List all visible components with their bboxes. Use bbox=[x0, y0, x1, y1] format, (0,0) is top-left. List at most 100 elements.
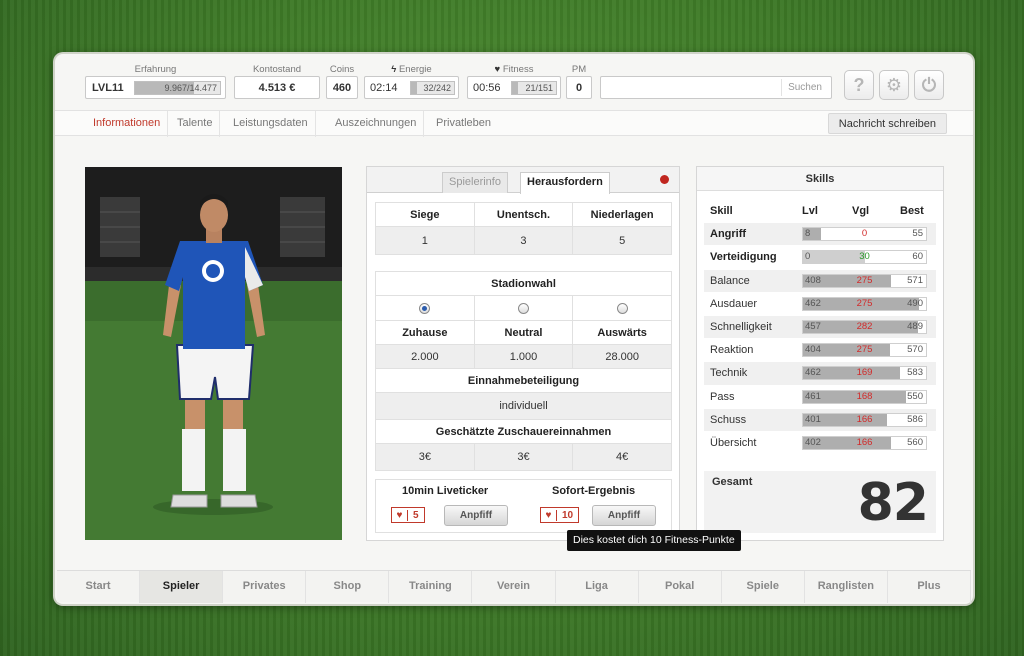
total-value: 82 bbox=[857, 473, 929, 533]
energy-label: Energie bbox=[398, 64, 432, 75]
search-button[interactable]: Suchen bbox=[781, 79, 828, 96]
power-icon[interactable]: ⏻ bbox=[914, 70, 944, 100]
skill-bar: 461 168 550 bbox=[802, 389, 927, 404]
skill-row: Verteidigung 0 30 60 bbox=[704, 246, 936, 270]
stadium-title: Stadionwahl bbox=[375, 271, 672, 296]
status-bar: Erfahrung LVL11 9.967/14.477 Kontostand … bbox=[55, 54, 973, 106]
stadium-home-radio[interactable] bbox=[419, 302, 431, 314]
tab-privatleben[interactable]: Privatleben bbox=[429, 111, 498, 137]
nav-plus[interactable]: Plus bbox=[888, 571, 971, 603]
nav-pokal[interactable]: Pokal bbox=[639, 571, 722, 603]
nav-liga[interactable]: Liga bbox=[556, 571, 639, 603]
capacity-away: 28.000 bbox=[572, 344, 672, 369]
capacity-home: 2.000 bbox=[375, 344, 475, 369]
estimated-revenue-title: Geschätzte Zuschauereinnahmen bbox=[375, 419, 672, 444]
nav-privates[interactable]: Privates bbox=[223, 571, 307, 603]
heart-icon: ♥ bbox=[541, 509, 557, 521]
skill-bar: 457 282 489 bbox=[802, 319, 927, 334]
instant-result-kickoff-button[interactable]: Anpfiff bbox=[592, 505, 656, 526]
experience-label: Erfahrung bbox=[134, 64, 177, 75]
skills-panel: Skills Skill Lvl Vgl Best Angriff 8 0 55 Ver… bbox=[696, 166, 944, 541]
liveticker-cost: ♥ 5 bbox=[391, 507, 425, 523]
skill-best-value: 489 bbox=[907, 320, 923, 332]
nav-spiele[interactable]: Spiele bbox=[722, 571, 805, 603]
skill-name: Pass bbox=[710, 390, 735, 403]
fitness-bar: 21/151 bbox=[511, 80, 557, 95]
tab-spielerinfo[interactable]: Spielerinfo bbox=[442, 172, 508, 193]
skill-bar: 401 166 586 bbox=[802, 412, 927, 427]
nav-spieler[interactable]: Spieler bbox=[140, 571, 224, 603]
estimated-neutral: 3€ bbox=[473, 443, 574, 471]
liveticker-kickoff-button[interactable]: Anpfiff bbox=[444, 505, 508, 526]
nav-training[interactable]: Training bbox=[389, 571, 473, 603]
skill-row: Angriff 8 0 55 bbox=[704, 223, 936, 247]
skill-row: Reaktion 404 275 570 bbox=[704, 339, 936, 363]
level-column-header: Lvl bbox=[802, 205, 818, 217]
skill-name: Angriff bbox=[710, 228, 747, 241]
lightning-icon: ϟ bbox=[391, 64, 397, 75]
nav-ranglisten[interactable]: Ranglisten bbox=[805, 571, 888, 603]
gear-icon[interactable]: ⚙ bbox=[879, 70, 909, 100]
skill-best-value: 60 bbox=[912, 251, 923, 263]
stadium-home-label: Zuhause bbox=[375, 320, 475, 345]
skill-column-header: Skill bbox=[710, 205, 733, 217]
coins-label: Coins bbox=[329, 64, 355, 75]
energy-timer: 02:14 bbox=[370, 81, 398, 94]
revenue-share-value[interactable]: individuell bbox=[375, 392, 672, 420]
nav-shop[interactable]: Shop bbox=[306, 571, 390, 603]
capacity-neutral: 1.000 bbox=[473, 344, 574, 369]
draws-header: Unentsch. bbox=[473, 202, 574, 227]
skill-bar: 408 275 571 bbox=[802, 273, 927, 288]
skill-best-value: 560 bbox=[907, 436, 923, 448]
fitness-label: Fitness bbox=[502, 64, 534, 75]
draws-value: 3 bbox=[473, 226, 574, 255]
skill-compare-value: 30 bbox=[859, 251, 870, 263]
liveticker-label: 10min Liveticker bbox=[402, 485, 489, 497]
skill-row: Pass 461 168 550 bbox=[704, 386, 936, 409]
tab-herausfordern[interactable]: Herausfordern bbox=[520, 172, 610, 194]
help-icon[interactable]: ? bbox=[844, 70, 874, 100]
fitness-cost-tooltip: Dies kostet dich 10 Fitness-Punkte bbox=[567, 530, 741, 551]
wins-value: 1 bbox=[375, 226, 475, 255]
estimated-away: 4€ bbox=[572, 443, 672, 471]
losses-header: Niederlagen bbox=[572, 202, 672, 227]
energy-value: 32/242 bbox=[423, 82, 451, 93]
profile-tabs: Informationen Talente Leistungsdaten Aus… bbox=[55, 110, 973, 137]
stadium-neutral-radio[interactable] bbox=[517, 302, 529, 314]
instant-result-cost: ♥ 10 bbox=[540, 507, 580, 523]
fitness-value: 21/151 bbox=[525, 82, 553, 93]
skill-best-value: 490 bbox=[907, 297, 923, 309]
stadium-neutral-label: Neutral bbox=[473, 320, 574, 345]
skill-name: Balance bbox=[710, 274, 750, 287]
skill-bar: 404 275 570 bbox=[802, 343, 927, 358]
main-navigation: Start Spieler Privates Shop Training Verein Li… bbox=[57, 570, 971, 603]
skill-name: Verteidigung bbox=[710, 251, 777, 264]
stadium-away-radio[interactable] bbox=[616, 302, 628, 314]
skill-row: Schnelligkeit 457 282 489 bbox=[704, 315, 936, 340]
experience-bar: 9.967/14.477 bbox=[134, 80, 221, 95]
search-input[interactable]: Suchen bbox=[600, 76, 832, 99]
tab-talente[interactable]: Talente bbox=[170, 111, 221, 137]
tab-auszeichnungen[interactable]: Auszeichnungen bbox=[328, 111, 425, 137]
skill-bar: 8 0 55 bbox=[802, 227, 927, 242]
skill-name: Technik bbox=[710, 367, 748, 380]
tab-informationen[interactable]: Informationen bbox=[86, 111, 169, 137]
nav-start[interactable]: Start bbox=[57, 571, 141, 603]
write-message-button[interactable]: Nachricht schreiben bbox=[827, 113, 947, 134]
pm-value[interactable]: 0 bbox=[566, 76, 592, 99]
tab-leistungsdaten[interactable]: Leistungsdaten bbox=[226, 111, 316, 137]
best-column-header: Best bbox=[900, 205, 924, 217]
nav-verein[interactable]: Verein bbox=[472, 571, 556, 603]
skill-row: Übersicht 402 166 560 bbox=[704, 432, 936, 456]
skill-name: Reaktion bbox=[710, 344, 754, 357]
record-table: Siege Unentsch. Niederlagen 1 3 5 bbox=[375, 202, 672, 255]
instant-result-label: Sofort-Ergebnis bbox=[552, 485, 636, 497]
player-illustration bbox=[85, 167, 342, 540]
skill-name: Übersicht bbox=[710, 436, 757, 449]
skill-bar: 402 166 560 bbox=[802, 435, 927, 450]
total-rating: Gesamt 82 bbox=[704, 471, 936, 533]
heart-icon: ♥ bbox=[392, 509, 408, 521]
skills-table: Skill Lvl Vgl Best Angriff 8 0 55 Verteidigu… bbox=[704, 200, 936, 456]
balance-value: 4.513 € bbox=[234, 76, 320, 99]
skill-best-value: 55 bbox=[912, 228, 923, 240]
